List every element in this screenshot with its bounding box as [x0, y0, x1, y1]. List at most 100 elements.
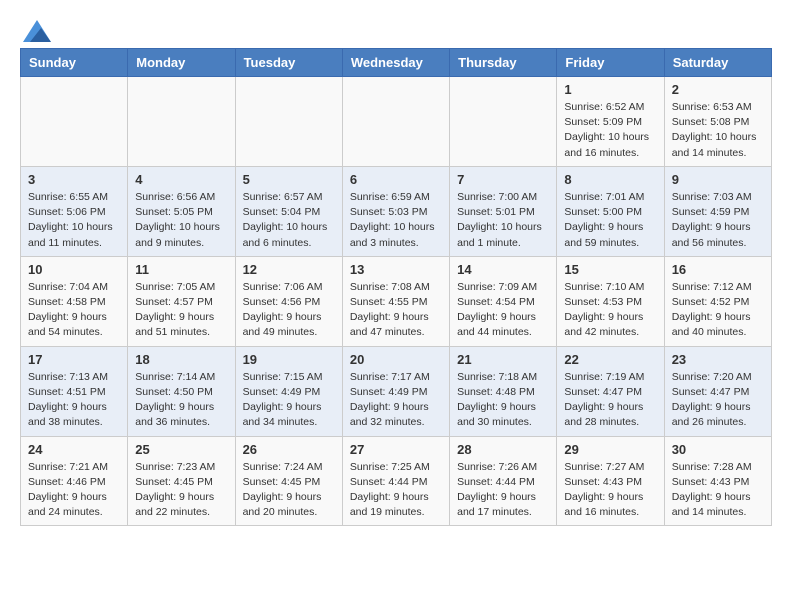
day-info: Sunrise: 7:27 AM Sunset: 4:43 PM Dayligh… — [564, 460, 656, 521]
day-cell: 17 Sunrise: 7:13 AM Sunset: 4:51 PM Dayli… — [21, 346, 128, 436]
day-cell: 23 Sunrise: 7:20 AM Sunset: 4:47 PM Dayli… — [664, 346, 771, 436]
day-number: 14 — [457, 262, 549, 277]
day-info: Sunrise: 7:25 AM Sunset: 4:44 PM Dayligh… — [350, 460, 442, 521]
day-cell: 10 Sunrise: 7:04 AM Sunset: 4:58 PM Dayli… — [21, 256, 128, 346]
day-cell: 29 Sunrise: 7:27 AM Sunset: 4:43 PM Dayli… — [557, 436, 664, 526]
day-cell — [342, 77, 449, 167]
day-info: Sunrise: 7:21 AM Sunset: 4:46 PM Dayligh… — [28, 460, 120, 521]
day-number: 11 — [135, 262, 227, 277]
day-cell: 30 Sunrise: 7:28 AM Sunset: 4:43 PM Dayli… — [664, 436, 771, 526]
day-info: Sunrise: 7:14 AM Sunset: 4:50 PM Dayligh… — [135, 370, 227, 431]
day-number: 1 — [564, 82, 656, 97]
day-info: Sunrise: 7:01 AM Sunset: 5:00 PM Dayligh… — [564, 190, 656, 251]
week-row: 17 Sunrise: 7:13 AM Sunset: 4:51 PM Dayli… — [21, 346, 772, 436]
day-number: 10 — [28, 262, 120, 277]
day-cell: 2Sunrise: 6:53 AM Sunset: 5:08 PM Daylig… — [664, 77, 771, 167]
header-row: SundayMondayTuesdayWednesdayThursdayFrid… — [21, 49, 772, 77]
day-cell: 28 Sunrise: 7:26 AM Sunset: 4:44 PM Dayli… — [450, 436, 557, 526]
day-number: 17 — [28, 352, 120, 367]
day-info: Sunrise: 7:26 AM Sunset: 4:44 PM Dayligh… — [457, 460, 549, 521]
day-cell: 25 Sunrise: 7:23 AM Sunset: 4:45 PM Dayli… — [128, 436, 235, 526]
day-header-thursday: Thursday — [450, 49, 557, 77]
day-number: 23 — [672, 352, 764, 367]
day-number: 20 — [350, 352, 442, 367]
day-header-friday: Friday — [557, 49, 664, 77]
day-number: 12 — [243, 262, 335, 277]
day-info: Sunrise: 7:04 AM Sunset: 4:58 PM Dayligh… — [28, 280, 120, 341]
day-cell — [128, 77, 235, 167]
day-cell: 19 Sunrise: 7:15 AM Sunset: 4:49 PM Dayli… — [235, 346, 342, 436]
calendar-table: SundayMondayTuesdayWednesdayThursdayFrid… — [20, 48, 772, 526]
day-number: 21 — [457, 352, 549, 367]
day-cell: 27 Sunrise: 7:25 AM Sunset: 4:44 PM Dayli… — [342, 436, 449, 526]
week-row: 3 Sunrise: 6:55 AM Sunset: 5:06 PM Daylig… — [21, 166, 772, 256]
day-info: Sunrise: 6:55 AM Sunset: 5:06 PM Dayligh… — [28, 190, 120, 251]
day-number: 27 — [350, 442, 442, 457]
day-cell: 13Sunrise: 7:08 AM Sunset: 4:55 PM Dayli… — [342, 256, 449, 346]
day-number: 16 — [672, 262, 764, 277]
day-info: Sunrise: 7:23 AM Sunset: 4:45 PM Dayligh… — [135, 460, 227, 521]
day-cell: 15 Sunrise: 7:10 AM Sunset: 4:53 PM Dayli… — [557, 256, 664, 346]
day-cell: 16 Sunrise: 7:12 AM Sunset: 4:52 PM Dayli… — [664, 256, 771, 346]
day-number: 3 — [28, 172, 120, 187]
day-number: 25 — [135, 442, 227, 457]
day-info: Sunrise: 7:20 AM Sunset: 4:47 PM Dayligh… — [672, 370, 764, 431]
logo-icon — [23, 20, 51, 42]
day-header-tuesday: Tuesday — [235, 49, 342, 77]
day-cell: 4 Sunrise: 6:56 AM Sunset: 5:05 PM Daylig… — [128, 166, 235, 256]
day-info: Sunrise: 7:24 AM Sunset: 4:45 PM Dayligh… — [243, 460, 335, 521]
day-info: Sunrise: 7:13 AM Sunset: 4:51 PM Dayligh… — [28, 370, 120, 431]
day-cell: 6 Sunrise: 6:59 AM Sunset: 5:03 PM Daylig… — [342, 166, 449, 256]
day-number: 30 — [672, 442, 764, 457]
day-cell — [450, 77, 557, 167]
logo — [20, 20, 51, 38]
day-number: 29 — [564, 442, 656, 457]
day-info: Sunrise: 7:09 AM Sunset: 4:54 PM Dayligh… — [457, 280, 549, 341]
day-info: Sunrise: 7:17 AM Sunset: 4:49 PM Dayligh… — [350, 370, 442, 431]
week-row: 1 Sunrise: 6:52 AM Sunset: 5:09 PM Daylig… — [21, 77, 772, 167]
day-cell: 24 Sunrise: 7:21 AM Sunset: 4:46 PM Dayli… — [21, 436, 128, 526]
day-number: 24 — [28, 442, 120, 457]
day-info: Sunrise: 7:05 AM Sunset: 4:57 PM Dayligh… — [135, 280, 227, 341]
day-cell: 14 Sunrise: 7:09 AM Sunset: 4:54 PM Dayli… — [450, 256, 557, 346]
day-info: Sunrise: 6:57 AM Sunset: 5:04 PM Dayligh… — [243, 190, 335, 251]
day-number: 6 — [350, 172, 442, 187]
day-number: 22 — [564, 352, 656, 367]
day-number: 13 — [350, 262, 442, 277]
day-header-saturday: Saturday — [664, 49, 771, 77]
day-number: 28 — [457, 442, 549, 457]
day-info: Sunrise: 7:10 AM Sunset: 4:53 PM Dayligh… — [564, 280, 656, 341]
day-number: 26 — [243, 442, 335, 457]
day-info: Sunrise: 7:03 AM Sunset: 4:59 PM Dayligh… — [672, 190, 764, 251]
day-header-sunday: Sunday — [21, 49, 128, 77]
day-number: 19 — [243, 352, 335, 367]
day-cell — [235, 77, 342, 167]
day-number: 4 — [135, 172, 227, 187]
day-number: 5 — [243, 172, 335, 187]
day-cell: 8 Sunrise: 7:01 AM Sunset: 5:00 PM Daylig… — [557, 166, 664, 256]
day-info: Sunrise: 7:06 AM Sunset: 4:56 PM Dayligh… — [243, 280, 335, 341]
day-info: Sunrise: 7:15 AM Sunset: 4:49 PM Dayligh… — [243, 370, 335, 431]
week-row: 10 Sunrise: 7:04 AM Sunset: 4:58 PM Dayli… — [21, 256, 772, 346]
day-header-wednesday: Wednesday — [342, 49, 449, 77]
day-info: Sunrise: 6:53 AM Sunset: 5:08 PM Dayligh… — [672, 100, 764, 161]
day-cell: 22 Sunrise: 7:19 AM Sunset: 4:47 PM Dayli… — [557, 346, 664, 436]
day-info: Sunrise: 7:18 AM Sunset: 4:48 PM Dayligh… — [457, 370, 549, 431]
day-cell: 18Sunrise: 7:14 AM Sunset: 4:50 PM Dayli… — [128, 346, 235, 436]
day-info: Sunrise: 7:28 AM Sunset: 4:43 PM Dayligh… — [672, 460, 764, 521]
day-number: 15 — [564, 262, 656, 277]
header — [20, 20, 772, 38]
day-info: Sunrise: 6:52 AM Sunset: 5:09 PM Dayligh… — [564, 100, 656, 161]
day-info: Sunrise: 7:19 AM Sunset: 4:47 PM Dayligh… — [564, 370, 656, 431]
day-number: 8 — [564, 172, 656, 187]
day-info: Sunrise: 6:59 AM Sunset: 5:03 PM Dayligh… — [350, 190, 442, 251]
day-info: Sunrise: 6:56 AM Sunset: 5:05 PM Dayligh… — [135, 190, 227, 251]
day-info: Sunrise: 7:00 AM Sunset: 5:01 PM Dayligh… — [457, 190, 549, 251]
day-cell: 26 Sunrise: 7:24 AM Sunset: 4:45 PM Dayli… — [235, 436, 342, 526]
day-cell: 5 Sunrise: 6:57 AM Sunset: 5:04 PM Daylig… — [235, 166, 342, 256]
day-cell: 21 Sunrise: 7:18 AM Sunset: 4:48 PM Dayli… — [450, 346, 557, 436]
day-cell: 20 Sunrise: 7:17 AM Sunset: 4:49 PM Dayli… — [342, 346, 449, 436]
day-cell: 3 Sunrise: 6:55 AM Sunset: 5:06 PM Daylig… — [21, 166, 128, 256]
day-info: Sunrise: 7:12 AM Sunset: 4:52 PM Dayligh… — [672, 280, 764, 341]
day-cell: 1 Sunrise: 6:52 AM Sunset: 5:09 PM Daylig… — [557, 77, 664, 167]
